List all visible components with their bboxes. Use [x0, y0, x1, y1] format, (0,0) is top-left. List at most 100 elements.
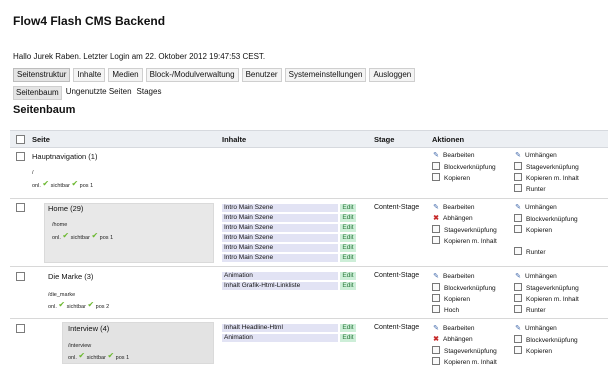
- action-bearbeiten[interactable]: ✎ Bearbeiten: [432, 203, 474, 212]
- action-umhaengen[interactable]: ✎ Umhängen: [514, 203, 557, 212]
- select-all-checkbox[interactable]: [16, 135, 25, 144]
- action-blockverknuepfung[interactable]: Blockverknüpfung: [514, 214, 578, 223]
- box-icon: [514, 335, 522, 343]
- edit-button[interactable]: Edit: [340, 214, 356, 222]
- edit-button[interactable]: Edit: [340, 204, 356, 212]
- content-name[interactable]: Intro Main Szene: [222, 234, 338, 242]
- edit-button[interactable]: Edit: [340, 224, 356, 232]
- pencil-icon: ✎: [433, 273, 439, 280]
- table-header: Seite Inhalte Stage Aktionen: [10, 130, 608, 148]
- nav-seitenstruktur[interactable]: Seitenstruktur: [13, 68, 71, 82]
- content-name[interactable]: Inhalt Headline-Html: [222, 324, 338, 332]
- row-checkbox[interactable]: [16, 324, 25, 333]
- box-icon: [514, 225, 522, 233]
- action-blockverknuepfung[interactable]: Blockverknüpfung: [432, 162, 496, 171]
- action-runter[interactable]: Runter: [514, 184, 546, 193]
- action-abhaengen[interactable]: ✖ Abhängen: [432, 214, 473, 223]
- action-stageverknuepfung[interactable]: Stageverknüpfung: [432, 225, 497, 234]
- action-bearbeiten[interactable]: ✎ Bearbeiten: [432, 272, 474, 281]
- page-title[interactable]: Home (29): [48, 204, 83, 213]
- page-status: onl. ✔ sichtbar ✔ pos 1: [68, 351, 130, 361]
- page-status: onl. ✔ sichtbar ✔ pos 1: [32, 179, 94, 189]
- action-kopieren[interactable]: Kopieren: [432, 173, 470, 182]
- action-bearbeiten[interactable]: ✎ Bearbeiten: [432, 151, 474, 160]
- action-hoch[interactable]: Hoch: [432, 305, 459, 314]
- action-kopieren-m-inhalt[interactable]: Kopieren m. Inhalt: [432, 357, 497, 366]
- page-path: /: [32, 170, 34, 176]
- pencil-icon: ✎: [433, 204, 439, 211]
- action-bearbeiten[interactable]: ✎ Bearbeiten: [432, 324, 474, 333]
- content-item: Inhalt Headline-Html Edit: [222, 324, 356, 332]
- page-path: /die_marke: [48, 292, 76, 298]
- row-checkbox[interactable]: [16, 272, 25, 281]
- row-checkbox[interactable]: [16, 152, 25, 161]
- edit-button[interactable]: Edit: [340, 282, 356, 290]
- action-kopieren[interactable]: Kopieren: [432, 294, 470, 303]
- check-icon: ✔: [42, 179, 50, 188]
- pencil-icon: ✎: [433, 152, 439, 159]
- login-greeting: Hallo Jurek Raben. Letzter Login am 22. …: [13, 52, 266, 61]
- action-runter[interactable]: Runter: [514, 305, 546, 314]
- nav-systemeinstellungen[interactable]: Systemeinstellungen: [284, 68, 367, 82]
- action-runter[interactable]: Runter: [514, 247, 546, 256]
- box-icon: [514, 173, 522, 181]
- content-name[interactable]: Intro Main Szene: [222, 224, 338, 232]
- edit-button[interactable]: Edit: [340, 334, 356, 342]
- box-icon: [432, 236, 440, 244]
- content-name[interactable]: Intro Main Szene: [222, 214, 338, 222]
- action-kopieren[interactable]: Kopieren: [514, 346, 552, 355]
- stage-label: Content-Stage: [374, 324, 420, 331]
- stage-label: Content-Stage: [374, 272, 420, 279]
- content-name[interactable]: Intro Main Szene: [222, 254, 338, 262]
- remove-icon: ✖: [433, 215, 439, 222]
- action-kopieren-m-inhalt[interactable]: Kopieren m. Inhalt: [514, 173, 579, 182]
- box-icon: [432, 173, 440, 181]
- edit-button[interactable]: Edit: [340, 244, 356, 252]
- edit-button[interactable]: Edit: [340, 324, 356, 332]
- nav-inhalte[interactable]: Inhalte: [73, 68, 106, 82]
- action-kopieren-m-inhalt[interactable]: Kopieren m. Inhalt: [514, 294, 579, 303]
- row-checkbox[interactable]: [16, 203, 25, 212]
- content-name[interactable]: Animation: [222, 334, 338, 342]
- action-stageverknuepfung[interactable]: Stageverknüpfung: [514, 162, 579, 171]
- action-abhaengen[interactable]: ✖ Abhängen: [432, 335, 473, 344]
- action-umhaengen[interactable]: ✎ Umhängen: [514, 151, 557, 160]
- nav-medien[interactable]: Medien: [108, 68, 143, 82]
- action-stageverknuepfung[interactable]: Stageverknüpfung: [514, 283, 579, 292]
- content-name[interactable]: Inhalt Grafik-Html-Linkliste: [222, 282, 338, 290]
- content-item: Intro Main Szene Edit: [222, 204, 356, 212]
- action-blockverknuepfung[interactable]: Blockverknüpfung: [432, 283, 496, 292]
- nav-block-modulverwaltung[interactable]: Block-/Modulverwaltung: [145, 68, 239, 82]
- page-path: /home: [52, 222, 68, 228]
- subnav-ungenutzte-seiten[interactable]: Ungenutzte Seiten: [65, 86, 133, 100]
- box-icon: [432, 162, 440, 170]
- action-kopieren-m-inhalt[interactable]: Kopieren m. Inhalt: [432, 236, 497, 245]
- action-stageverknuepfung[interactable]: Stageverknüpfung: [432, 346, 497, 355]
- nav-benutzer[interactable]: Benutzer: [241, 68, 282, 82]
- page-title[interactable]: Hauptnavigation (1): [32, 152, 97, 161]
- pencil-icon: ✎: [515, 273, 521, 280]
- page-title[interactable]: Interview (4): [68, 324, 109, 333]
- nav-ausloggen[interactable]: Ausloggen: [369, 68, 416, 82]
- action-umhaengen[interactable]: ✎ Umhängen: [514, 272, 557, 281]
- edit-button[interactable]: Edit: [340, 254, 356, 262]
- subnav-stages[interactable]: Stages: [136, 86, 163, 100]
- box-icon: [514, 346, 522, 354]
- action-blockverknuepfung[interactable]: Blockverknüpfung: [514, 335, 578, 344]
- content-item: Intro Main Szene Edit: [222, 234, 356, 242]
- subnav-seitenbaum[interactable]: Seitenbaum: [13, 86, 62, 100]
- sub-nav: Seitenbaum Ungenutzte Seiten Stages: [13, 86, 162, 100]
- column-header-stage: Stage: [374, 135, 395, 144]
- content-name[interactable]: Intro Main Szene: [222, 204, 338, 212]
- box-icon: [514, 294, 522, 302]
- row-divider: [10, 198, 608, 199]
- app-title: Flow4 Flash CMS Backend: [13, 14, 166, 28]
- action-umhaengen[interactable]: ✎ Umhängen: [514, 324, 557, 333]
- edit-button[interactable]: Edit: [340, 234, 356, 242]
- content-name[interactable]: Animation: [222, 272, 338, 280]
- edit-button[interactable]: Edit: [340, 272, 356, 280]
- page-title[interactable]: Die Marke (3): [48, 272, 93, 281]
- action-kopieren[interactable]: Kopieren: [514, 225, 552, 234]
- column-header-inhalte: Inhalte: [222, 135, 247, 144]
- content-name[interactable]: Intro Main Szene: [222, 244, 338, 252]
